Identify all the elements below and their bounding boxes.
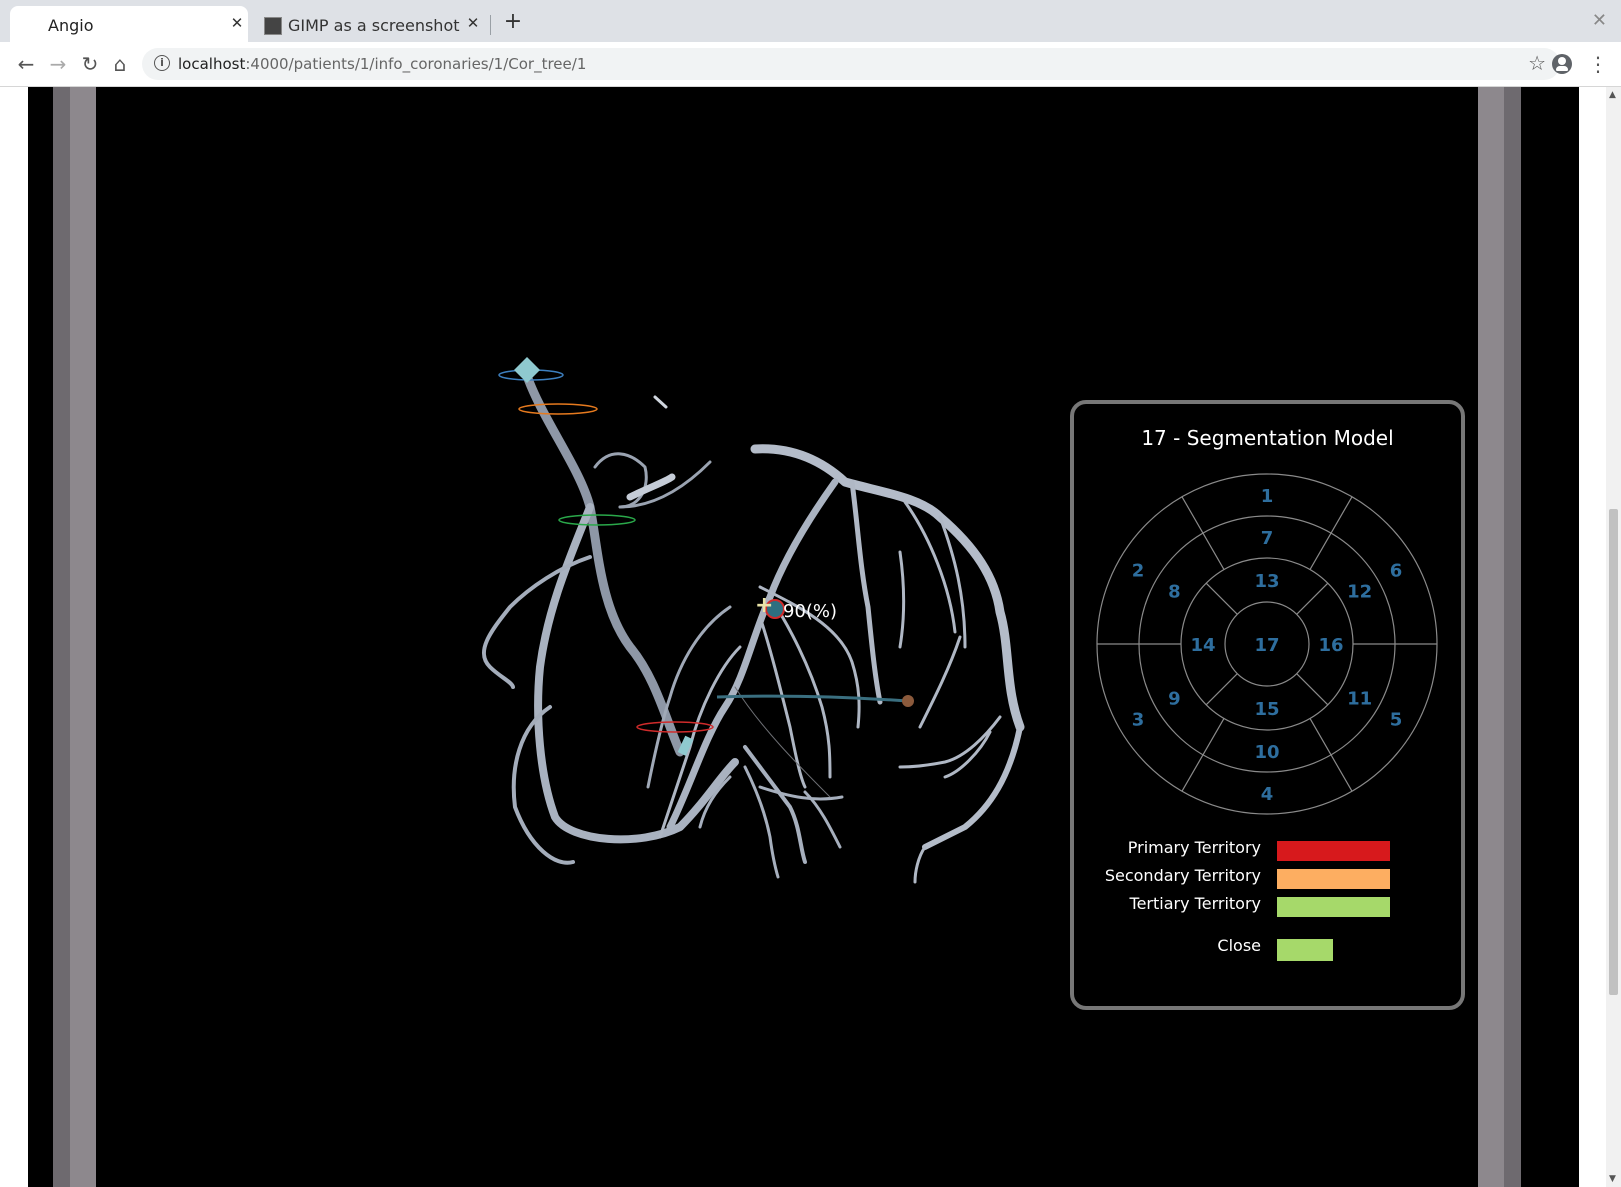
tab-angio[interactable]: Angio ✕ xyxy=(10,6,248,42)
reload-icon[interactable]: ↻ xyxy=(76,50,104,78)
menu-kebab-icon[interactable]: ⋮ xyxy=(1588,50,1608,78)
forward-arrow-icon[interactable]: → xyxy=(44,50,72,78)
scroll-down-arrow-icon[interactable]: ▼ xyxy=(1609,1174,1616,1184)
segment-label-2[interactable]: 2 xyxy=(1132,561,1145,582)
vessel-lad[interactable] xyxy=(520,365,685,757)
url-text[interactable]: localhost:4000/patients/1/info_coronarie… xyxy=(178,55,586,73)
marker-ring-orange[interactable] xyxy=(518,403,598,415)
bullseye-divider xyxy=(1202,532,1225,570)
measurement-end-node[interactable] xyxy=(902,695,914,707)
legend-swatch-secondary xyxy=(1277,869,1390,889)
vessel-diagonal[interactable] xyxy=(666,478,839,831)
vessel-thin xyxy=(653,395,668,409)
scroll-thumb[interactable] xyxy=(1609,509,1618,995)
info-icon[interactable]: i xyxy=(154,55,170,71)
bullseye-divider xyxy=(1309,718,1332,756)
segment-label-13[interactable]: 13 xyxy=(1254,571,1279,592)
segment-label-4[interactable]: 4 xyxy=(1261,784,1274,805)
segment-label-7[interactable]: 7 xyxy=(1261,528,1274,549)
segment-label-12[interactable]: 12 xyxy=(1347,582,1372,603)
gimp-favicon-icon xyxy=(264,17,282,35)
bullseye-divider xyxy=(1296,582,1329,615)
vessel-branch[interactable] xyxy=(758,615,807,789)
segment-label-16[interactable]: 16 xyxy=(1318,635,1343,656)
bullseye-divider xyxy=(1181,496,1204,534)
legend-label: Secondary Territory xyxy=(1104,866,1261,885)
stenosis-label: 90(%) xyxy=(783,601,837,622)
window-close-icon[interactable]: ✕ xyxy=(1592,10,1607,31)
segment-label-11[interactable]: 11 xyxy=(1347,689,1372,710)
bullseye-divider xyxy=(1181,754,1204,792)
segmentation-panel: 17 - Segmentation Model 1 6 5 4 3 2 7 12 11 10 9 8 1… xyxy=(1070,400,1465,1010)
close-label[interactable]: Close xyxy=(1217,936,1261,955)
url-host: localhost xyxy=(178,55,246,73)
segment-label-3[interactable]: 3 xyxy=(1132,710,1145,731)
bullseye-divider xyxy=(1309,532,1332,570)
new-tab-plus-icon[interactable]: + xyxy=(500,9,526,35)
segment-label-5[interactable]: 5 xyxy=(1390,710,1403,731)
bullseye-divider xyxy=(1202,718,1225,756)
page-viewport: + 90(%) 17 - Segmentation Model 16543271… xyxy=(0,87,1621,1187)
legend-label: Tertiary Territory xyxy=(1129,894,1261,913)
page-scrollbar[interactable]: ▲ ▼ xyxy=(1606,87,1621,1187)
close-row[interactable]: Close xyxy=(1074,936,1461,961)
segmentation-title: 17 - Segmentation Model xyxy=(1141,426,1394,450)
close-button[interactable] xyxy=(1277,939,1333,961)
browser-toolbar: ← → ↻ ⌂ i localhost:4000/patients/1/info… xyxy=(0,42,1621,87)
scroll-up-arrow-icon[interactable]: ▲ xyxy=(1609,90,1616,100)
vessel-branch[interactable] xyxy=(898,550,906,649)
plus-marker-icon[interactable]: + xyxy=(755,593,773,618)
vessel-obtuse-marginal[interactable] xyxy=(849,479,883,705)
legend-swatch-tertiary xyxy=(1277,897,1390,917)
vessel-branch[interactable] xyxy=(918,635,962,729)
legend-primary: Primary Territory xyxy=(1074,838,1461,862)
legend-label: Primary Territory xyxy=(1127,838,1261,857)
tab-separator xyxy=(490,15,491,35)
tab-title: Angio xyxy=(48,16,94,35)
address-bar[interactable]: i localhost:4000/patients/1/info_coronar… xyxy=(142,48,1560,80)
segment-label-10[interactable]: 10 xyxy=(1254,742,1279,763)
segment-label-9[interactable]: 9 xyxy=(1168,689,1181,710)
legend-swatch-primary xyxy=(1277,841,1390,861)
segment-label-8[interactable]: 8 xyxy=(1168,582,1181,603)
vessel-circumflex[interactable] xyxy=(750,444,1025,732)
tab-close-icon[interactable]: ✕ xyxy=(464,14,482,32)
bookmark-star-icon[interactable]: ☆ xyxy=(1528,51,1546,75)
tab-close-icon[interactable]: ✕ xyxy=(228,14,246,32)
back-arrow-icon[interactable]: ← xyxy=(12,50,40,78)
segment-label-14[interactable]: 14 xyxy=(1190,635,1215,656)
tab-title: GIMP as a screenshot t xyxy=(288,16,460,35)
bullseye-divider xyxy=(1330,496,1353,534)
segment-label-15[interactable]: 15 xyxy=(1254,699,1279,720)
bullseye-divider xyxy=(1296,673,1329,706)
legend-tertiary: Tertiary Territory xyxy=(1074,894,1461,918)
vessel-branch[interactable] xyxy=(913,845,927,884)
bullseye-divider xyxy=(1205,673,1238,706)
vessel-branch[interactable] xyxy=(593,452,648,509)
tab-gimp[interactable]: GIMP as a screenshot t ✕ xyxy=(252,6,484,42)
bullseye-chart[interactable]: 165432712111098 13161514 17 xyxy=(1074,464,1461,824)
url-path: :4000/patients/1/info_coronaries/1/Cor_t… xyxy=(245,55,587,73)
segment-label-17[interactable]: 17 xyxy=(1254,635,1279,656)
vessel-lad-branch[interactable] xyxy=(534,503,739,844)
tab-strip: Angio ✕ GIMP as a screenshot t ✕ + ✕ xyxy=(0,0,1621,42)
legend-secondary: Secondary Territory xyxy=(1074,866,1461,890)
vessel-branch[interactable] xyxy=(743,745,807,864)
segment-label-6[interactable]: 6 xyxy=(1390,561,1403,582)
bullseye-divider xyxy=(1205,582,1238,615)
vessel-thin xyxy=(734,686,831,798)
profile-avatar-icon[interactable] xyxy=(1552,54,1572,74)
bullseye-divider xyxy=(1330,754,1353,792)
home-icon[interactable]: ⌂ xyxy=(106,50,134,78)
segment-label-1[interactable]: 1 xyxy=(1261,486,1274,507)
